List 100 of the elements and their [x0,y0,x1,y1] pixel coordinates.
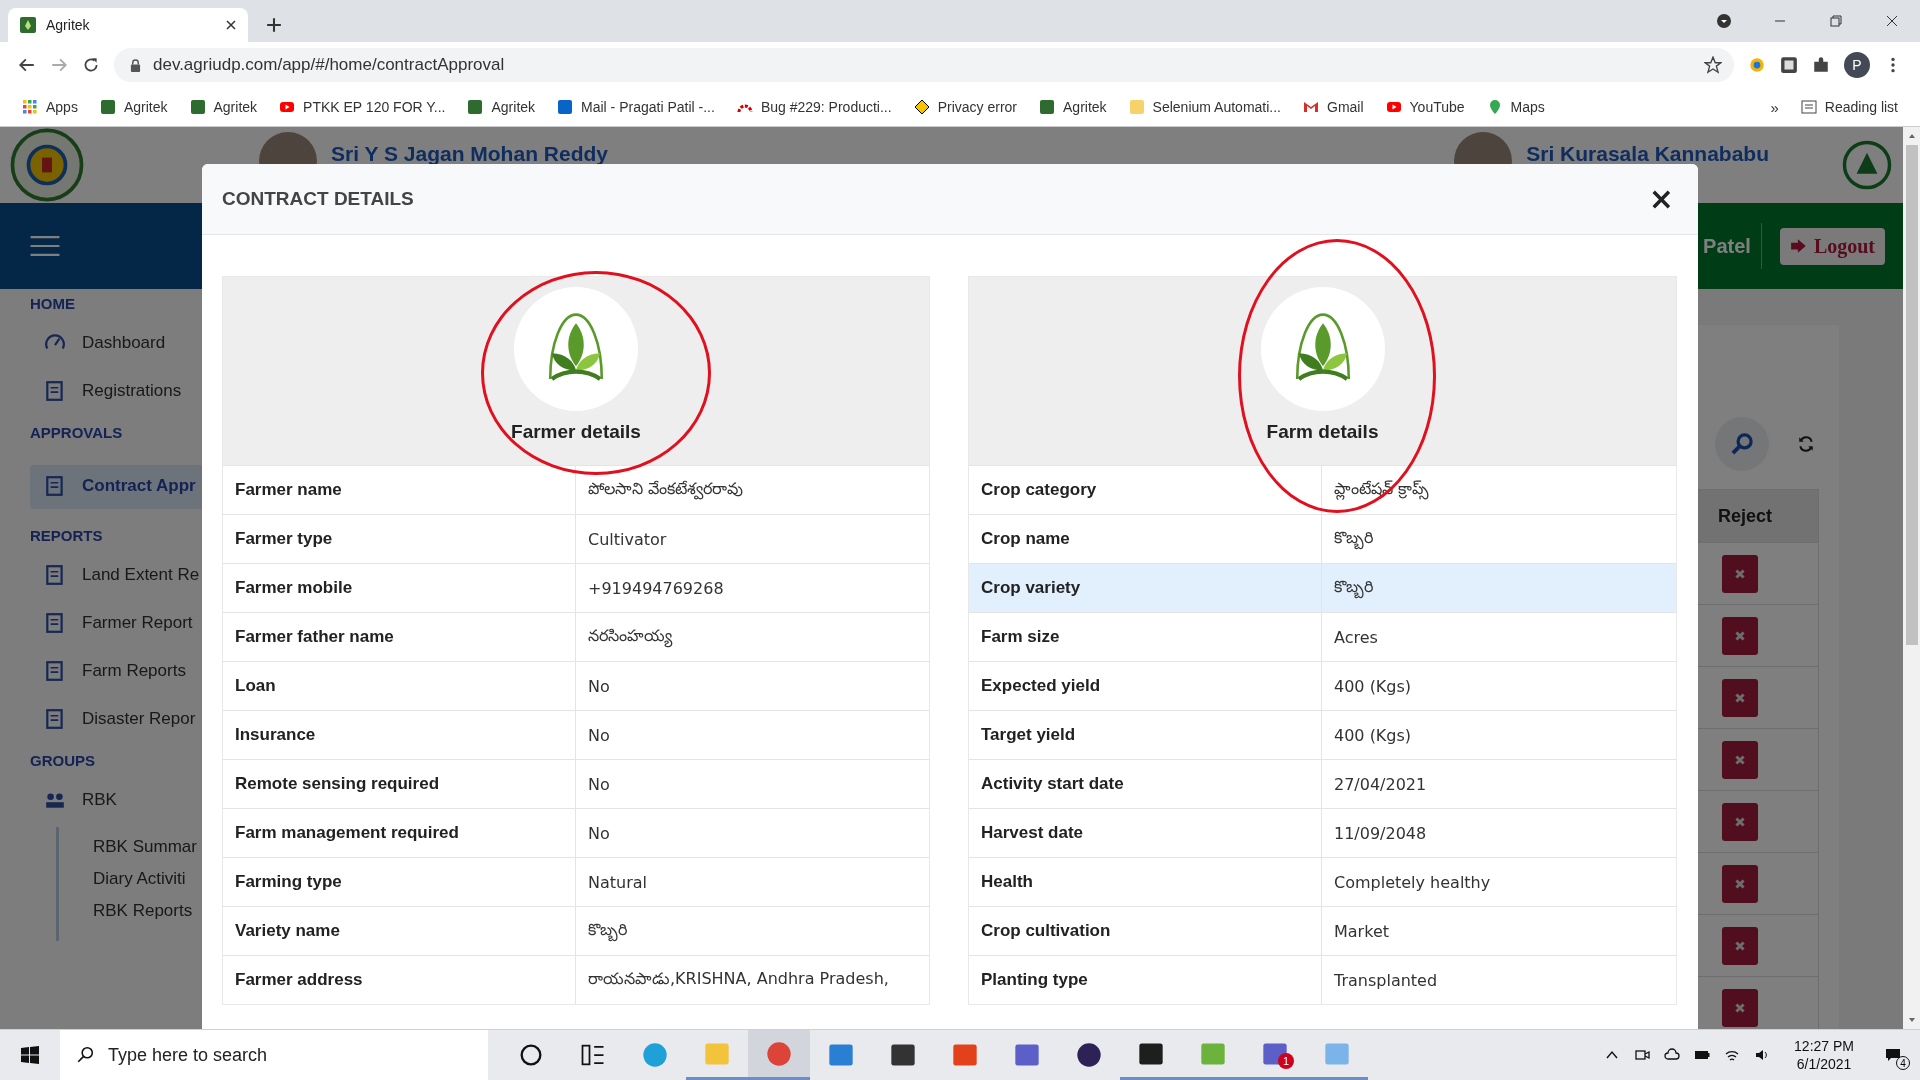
reject-button[interactable] [1722,616,1758,655]
maximize-icon[interactable] [1828,13,1844,29]
bookmark[interactable]: Apps [14,95,86,119]
star-icon[interactable] [1704,56,1722,74]
browser-tab[interactable]: Agritek [8,8,248,42]
taskbar-app[interactable]: 1 [1244,1030,1306,1080]
close-icon [1734,753,1746,766]
tab-search-icon[interactable] [1716,13,1732,29]
close-icon [1734,1001,1746,1014]
windows-start-icon[interactable] [20,1045,40,1065]
taskbar-search-field[interactable]: Type here to search [60,1030,488,1080]
field-value: నరసింహయ్య [576,613,929,661]
bookmark[interactable]: PTKK EP 120 FOR Y... [271,95,454,119]
user-name: Patel [1703,234,1751,258]
profile-avatar[interactable]: P [1844,52,1870,78]
field-value: +919494769268 [587,577,725,600]
scrollbar[interactable] [1903,127,1920,1029]
clock-time: 12:27 PM [1794,1038,1854,1054]
close-icon [1734,815,1746,828]
back-icon[interactable] [18,56,36,74]
leader-name: Sri Y S Jagan Mohan Reddy [331,142,608,166]
bookmark[interactable]: Agritek [91,95,176,119]
bookmark[interactable]: Gmail [1295,95,1372,119]
camera-icon[interactable] [1634,1047,1651,1063]
field-value: 11/09/2048 [1333,822,1428,845]
lock-icon [130,58,141,72]
play-icon [1385,99,1402,115]
close-icon[interactable] [1884,13,1900,29]
reject-button[interactable] [1722,740,1758,779]
field-value: Acres [1333,626,1379,649]
reject-button[interactable] [1722,802,1758,841]
close-icon [1734,691,1746,704]
reject-button[interactable] [1722,926,1758,965]
cloud-icon[interactable] [1664,1047,1681,1063]
close-icon[interactable] [226,20,236,30]
list-icon [1800,99,1817,115]
bookmark[interactable]: Bug #229: Producti... [728,95,900,119]
reject-button[interactable] [1722,678,1758,717]
reject-button[interactable] [1722,554,1758,593]
clock[interactable]: 12:27 PM 6/1/2021 [1794,1038,1854,1072]
field-value: Market [1333,920,1390,943]
bookmark[interactable]: Agritek [459,95,544,119]
field-value: Completely healthy [1333,871,1492,894]
sidebar-item[interactable]: Farmer Report [0,602,202,646]
sidebar-subitem[interactable]: Diary Activiti [93,869,202,889]
emblem-icon [10,128,84,202]
reject-button[interactable] [1722,988,1758,1027]
panel-title: Farm details [1266,421,1379,443]
bookmark[interactable]: Selenium Automati... [1120,95,1289,119]
bookmark[interactable]: Agritek [181,95,266,119]
play-icon [279,99,296,115]
close-icon [1734,567,1746,580]
address-field[interactable]: dev.agriudp.com/app/#/home/contractApproval [114,48,1734,82]
reading-list-button[interactable]: Reading list [1792,95,1906,119]
field-value: No [587,822,611,845]
more-bookmarks-button[interactable]: » [1762,94,1787,120]
reload-icon[interactable] [82,56,100,74]
close-icon [1734,939,1746,952]
sphere-icon [1075,1041,1103,1069]
bookmark[interactable]: YouTube [1377,95,1473,119]
sidebar-section-title: APPROVALS [29,424,124,441]
leader-name: Sri Kurasala Kannababu [1526,142,1769,166]
field-value: 27/04/2021 [1333,773,1428,796]
sidebar-item[interactable]: Dashboard [0,322,202,366]
field-value: 400 (Kgs) [1333,724,1413,747]
bookmark[interactable]: Agritek [1031,95,1115,119]
report-icon [44,660,66,682]
column-header: Reject [1718,505,1774,527]
sidebar-item[interactable]: Registrations [0,370,202,414]
refresh-icon[interactable] [1797,435,1815,453]
document-icon [44,475,66,497]
form-icon [44,380,66,402]
field-value: కొబ్బరి [1322,515,1676,563]
dialog-title: CONTRACT DETAILS [222,188,414,210]
extension-icon[interactable] [1748,56,1766,74]
field-label: Planting type [969,956,1322,1004]
field-value: 400 (Kgs) [1333,675,1413,698]
logout-icon [1789,237,1808,255]
close-button[interactable]: × [1644,184,1678,214]
new-tab-icon[interactable] [266,17,282,33]
field-value: Cultivator [587,528,668,551]
extension-icon[interactable] [1780,56,1798,74]
sidebar-item[interactable]: Farm Reports [0,650,202,694]
menu-icon[interactable] [30,236,60,256]
report-icon [44,612,66,634]
sidebar-subitem[interactable]: RBK Reports [93,901,202,921]
warning-icon [913,99,930,115]
sidebar-item[interactable]: RBK [0,779,202,823]
apps-grid-icon [22,99,38,115]
bookmark[interactable]: Maps [1478,95,1553,119]
sidebar-item[interactable]: Land Extent Re [0,554,202,598]
bookmark[interactable]: Mail - Pragati Patil -... [549,95,723,119]
field-value: పోలసాని వేంకటేశ్వరరావు [587,477,745,502]
field-value: కొబ్బరి [1322,564,1676,612]
bookmark[interactable]: Privacy error [905,95,1025,119]
sidebar-subitem[interactable]: RBK Summar [93,837,202,857]
sidebar-item[interactable]: Disaster Repor [0,698,202,742]
reject-button[interactable] [1722,864,1758,903]
field-value: ప్లాంటేషన్ క్రాప్స్ [1333,477,1431,502]
notifications-button[interactable]: 4 [1878,1040,1908,1070]
